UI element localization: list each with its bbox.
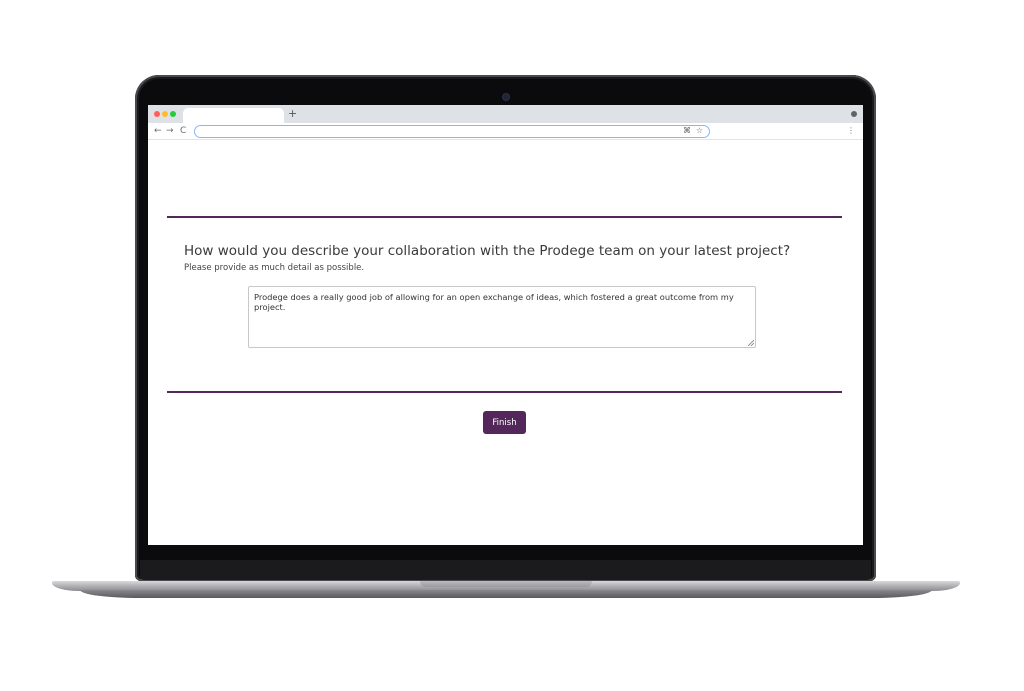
bottom-divider — [167, 391, 842, 393]
top-divider — [167, 216, 842, 218]
command-icon[interactable]: ⌘ — [683, 124, 691, 138]
laptop-base-edge — [80, 590, 932, 598]
laptop-screen: + ← → C ⌘ ☆ ⋮ How would you describe you… — [148, 105, 863, 545]
bookmark-star-icon[interactable]: ☆ — [696, 124, 703, 138]
answer-textarea[interactable]: Prodege does a really good job of allowi… — [248, 286, 756, 348]
finish-button[interactable]: Finish — [483, 411, 526, 434]
survey-question: How would you describe your collaboratio… — [184, 243, 791, 259]
window-minimize-button[interactable] — [162, 111, 168, 117]
window-close-button[interactable] — [154, 111, 160, 117]
browser-menu-icon[interactable]: ⋮ — [847, 125, 855, 137]
answer-text: Prodege does a really good job of allowi… — [254, 292, 734, 312]
laptop-chin — [140, 560, 871, 580]
webcam-icon — [503, 94, 509, 100]
new-tab-button[interactable]: + — [288, 107, 297, 121]
reload-icon[interactable]: C — [180, 124, 186, 138]
forward-arrow-icon[interactable]: → — [166, 124, 174, 138]
back-arrow-icon[interactable]: ← — [154, 124, 162, 138]
address-bar[interactable]: ⌘ ☆ — [194, 125, 710, 138]
laptop-opening-notch — [420, 581, 592, 587]
browser-toolbar: ← → C ⌘ ☆ ⋮ — [148, 123, 863, 140]
browser-tab[interactable] — [183, 108, 284, 123]
browser-tab-bar: + — [148, 105, 863, 123]
survey-instruction: Please provide as much detail as possibl… — [184, 263, 365, 273]
profile-icon[interactable] — [851, 111, 857, 117]
window-maximize-button[interactable] — [170, 111, 176, 117]
resize-handle-icon[interactable] — [748, 340, 754, 346]
